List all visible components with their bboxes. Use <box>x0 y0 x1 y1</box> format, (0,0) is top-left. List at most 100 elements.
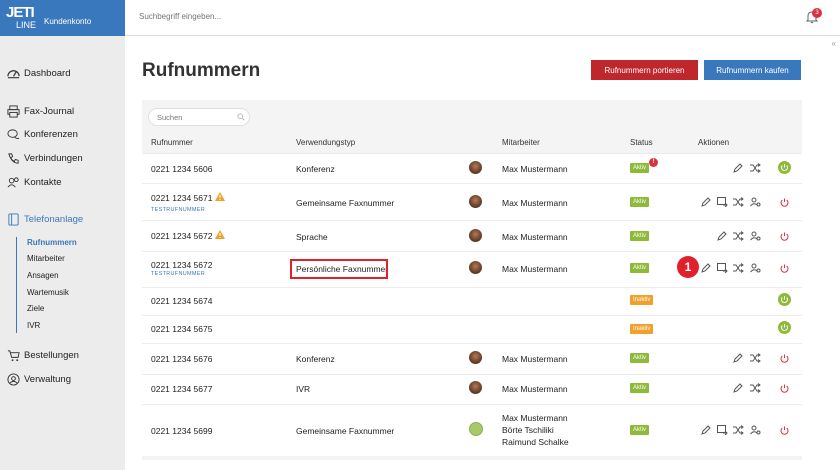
highlight-box <box>290 259 388 279</box>
search-icon <box>237 113 245 123</box>
nav-label: Dashboard <box>24 67 71 79</box>
nav-verbindungen[interactable]: Verbindungen <box>0 149 125 167</box>
nav-fax-journal[interactable]: Fax-Journal <box>0 102 125 120</box>
status-badge: Aktiv <box>630 353 650 363</box>
shuffle-icon[interactable] <box>750 163 761 173</box>
col-header-type[interactable]: Verwendungstyp <box>296 138 355 147</box>
collapse-sidebar-icon[interactable]: « <box>832 39 836 48</box>
row-employee: Börte Tschiliki <box>502 425 554 435</box>
edit-icon[interactable] <box>701 197 711 207</box>
fax-forward-icon[interactable] <box>717 425 728 436</box>
list-search-box[interactable] <box>148 108 250 126</box>
shuffle-icon[interactable] <box>733 425 744 435</box>
logo-bar: JETI LINE Kundenkonto <box>0 0 125 36</box>
subnav-mitarbeiter[interactable]: Mitarbeiter <box>27 254 65 263</box>
user-settings-icon[interactable] <box>750 197 761 207</box>
row-number: 0221 1234 5699 <box>151 426 213 436</box>
shuffle-icon[interactable] <box>750 383 761 393</box>
shuffle-icon[interactable] <box>750 353 761 363</box>
global-search-input[interactable] <box>139 12 339 21</box>
row-type: Sprache <box>296 232 328 242</box>
dashboard-icon <box>6 66 20 80</box>
warning-icon <box>215 192 225 201</box>
subnav-rufnummern[interactable]: Rufnummern <box>27 238 77 247</box>
row-number: 0221 1234 5676 <box>151 354 213 364</box>
power-on-icon[interactable] <box>778 161 791 174</box>
status-badge: Aktiv <box>630 425 650 435</box>
row-number: 0221 1234 5675 <box>151 324 213 334</box>
edit-icon[interactable] <box>733 383 743 393</box>
user-settings-icon[interactable] <box>750 263 761 273</box>
status-badge: Aktiv <box>630 231 650 241</box>
nav-bestellungen[interactable]: Bestellungen <box>0 346 125 364</box>
step-marker: 1 <box>677 256 699 278</box>
shuffle-icon[interactable] <box>733 197 744 207</box>
edit-icon[interactable] <box>701 425 711 435</box>
edit-icon[interactable] <box>733 353 743 363</box>
edit-icon[interactable] <box>717 231 727 241</box>
port-numbers-button[interactable]: Rufnummern portieren <box>591 60 698 80</box>
power-off-icon[interactable] <box>779 383 790 394</box>
subnav-ansagen[interactable]: Ansagen <box>27 271 59 280</box>
topbar: 3 <box>125 0 840 36</box>
avatar <box>469 195 482 208</box>
power-on-icon[interactable] <box>778 321 791 334</box>
phone-icon <box>6 151 20 165</box>
edit-icon[interactable] <box>733 163 743 173</box>
power-off-icon[interactable] <box>779 425 790 436</box>
avatar <box>469 261 482 274</box>
power-off-icon[interactable] <box>779 263 790 274</box>
edit-icon[interactable] <box>701 263 711 273</box>
fax-forward-icon[interactable] <box>717 263 728 274</box>
row-employee: Max Mustermann <box>502 413 568 423</box>
shuffle-icon[interactable] <box>733 263 744 273</box>
row-type: Konferenz <box>296 354 335 364</box>
user-settings-icon[interactable] <box>750 425 761 435</box>
group-icon <box>469 422 483 436</box>
shuffle-icon[interactable] <box>733 231 744 241</box>
page-title: Rufnummern <box>142 60 261 81</box>
fax-forward-icon[interactable] <box>717 197 728 208</box>
user-settings-icon[interactable] <box>750 231 761 241</box>
status-badge: Aktiv <box>630 383 650 393</box>
table-row[interactable] <box>142 287 802 315</box>
subnav-ziele[interactable]: Ziele <box>27 304 44 313</box>
row-number: 0221 1234 5672 <box>151 231 213 241</box>
list-search-input[interactable] <box>157 112 232 123</box>
nav-telefonanlage[interactable]: Telefonanlage <box>0 210 125 228</box>
row-type: IVR <box>296 384 311 394</box>
test-number-label: TESTRUFNUMMER <box>151 271 206 277</box>
switchboard-icon <box>6 212 20 226</box>
nav-label: Telefonanlage <box>24 213 84 225</box>
subnav-ivr[interactable]: IVR <box>27 321 40 330</box>
col-header-status[interactable]: Status <box>630 138 653 147</box>
logo[interactable]: JETI LINE <box>6 5 36 31</box>
row-number: 0221 1234 5606 <box>151 164 213 174</box>
nav-label: Konferenzen <box>24 128 78 140</box>
row-number: 0221 1234 5671 <box>151 193 213 203</box>
nav-verwaltung[interactable]: Verwaltung <box>0 370 125 388</box>
subnav-wartemusik[interactable]: Wartemusik <box>27 288 69 297</box>
nav-dashboard[interactable]: Dashboard <box>0 64 125 82</box>
nav-kontakte[interactable]: Kontakte <box>0 173 125 191</box>
chat-icon <box>6 127 20 141</box>
avatar <box>469 381 482 394</box>
nav-label: Bestellungen <box>24 349 79 361</box>
nav-label: Verwaltung <box>24 373 72 385</box>
avatar <box>469 161 482 174</box>
row-employee: Max Mustermann <box>502 264 568 274</box>
col-header-employee[interactable]: Mitarbeiter <box>502 138 540 147</box>
power-off-icon[interactable] <box>779 197 790 208</box>
power-on-icon[interactable] <box>778 293 791 306</box>
power-off-icon[interactable] <box>779 353 790 364</box>
submenu-rail <box>16 237 17 333</box>
alert-icon: ! <box>649 158 658 167</box>
power-off-icon[interactable] <box>779 231 790 242</box>
nav-konferenzen[interactable]: Konferenzen <box>0 125 125 143</box>
status-badge: Inaktiv <box>630 324 654 334</box>
table-row[interactable] <box>142 315 802 343</box>
nav-label: Fax-Journal <box>24 105 75 117</box>
col-header-number[interactable]: Rufnummer <box>151 138 193 147</box>
buy-numbers-button[interactable]: Rufnummern kaufen <box>704 60 801 80</box>
nav-label: Verbindungen <box>24 152 83 164</box>
